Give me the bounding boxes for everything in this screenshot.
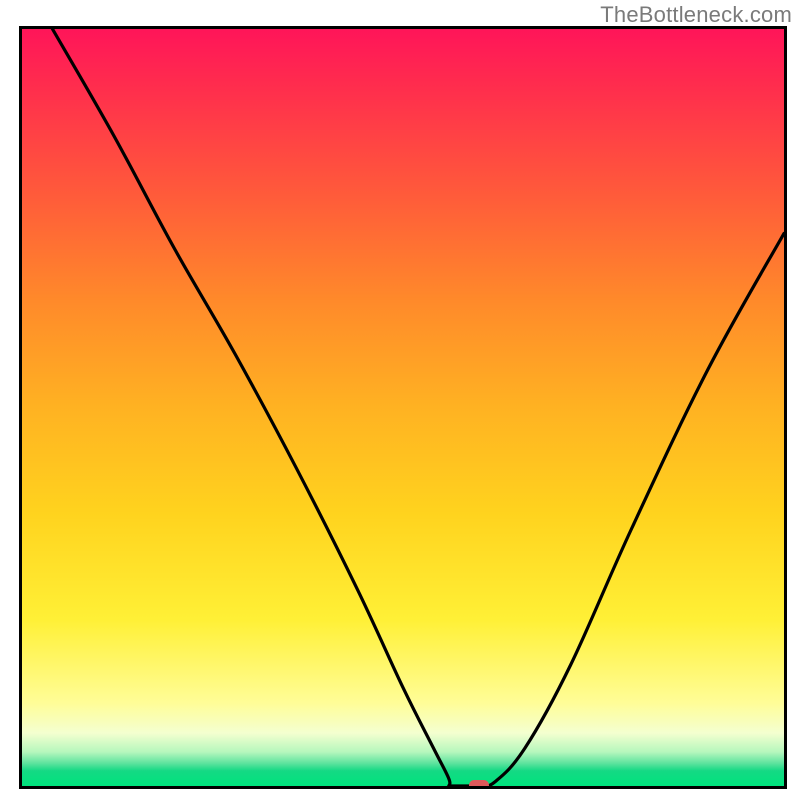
optimal-marker [469,780,489,789]
bottleneck-curve [22,29,784,786]
chart-panel [19,26,787,789]
watermark-text: TheBottleneck.com [600,2,792,28]
